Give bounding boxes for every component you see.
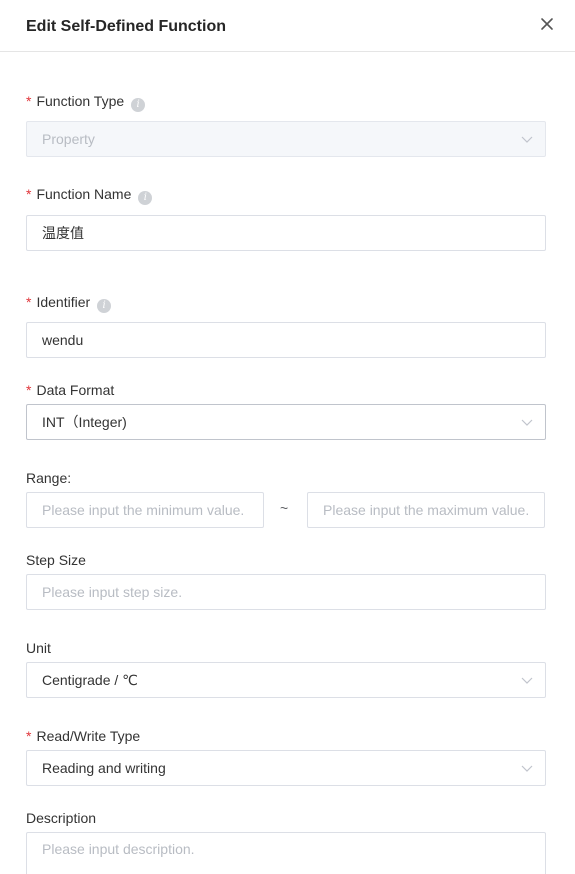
- required-mark: *: [26, 186, 32, 202]
- chevron-down-icon: [521, 677, 533, 684]
- identifier-label: * Identifier i: [26, 293, 112, 313]
- step-size-input[interactable]: Please input step size.: [26, 574, 546, 610]
- function-type-select: Property: [26, 121, 546, 157]
- data-format-select[interactable]: INT（Integer): [26, 404, 546, 440]
- identifier-label-text: Identifier: [36, 294, 91, 310]
- required-mark: *: [26, 93, 32, 109]
- function-name-label: * Function Name i: [26, 185, 153, 205]
- function-type-label-text: Function Type: [36, 93, 125, 109]
- function-type-value: Property: [42, 131, 95, 147]
- read-write-label-text: Read/Write Type: [36, 728, 141, 744]
- chevron-down-icon: [521, 136, 533, 143]
- data-format-label: * Data Format: [26, 381, 114, 399]
- function-type-label: * Function Type i: [26, 92, 146, 112]
- info-icon[interactable]: i: [97, 299, 112, 313]
- info-icon[interactable]: i: [131, 98, 146, 112]
- function-name-input[interactable]: 温度值: [26, 215, 546, 251]
- identifier-value: wendu: [42, 332, 84, 348]
- range-min-placeholder: Please input the minimum value.: [42, 502, 245, 518]
- range-min-input[interactable]: Please input the minimum value.: [26, 492, 264, 528]
- function-name-label-text: Function Name: [36, 186, 132, 202]
- chevron-down-icon: [521, 419, 533, 426]
- range-max-placeholder: Please input the maximum value.: [323, 502, 530, 518]
- function-name-value: 温度值: [42, 225, 84, 241]
- dialog-title: Edit Self-Defined Function: [26, 18, 226, 35]
- step-size-label: Step Size: [26, 552, 86, 568]
- required-mark: *: [26, 382, 32, 398]
- close-icon[interactable]: [538, 15, 556, 33]
- description-textarea[interactable]: Please input description.: [26, 832, 546, 874]
- identifier-input[interactable]: wendu: [26, 322, 546, 358]
- read-write-select[interactable]: Reading and writing: [26, 750, 546, 786]
- data-format-label-text: Data Format: [36, 382, 115, 398]
- range-separator: ~: [280, 500, 289, 516]
- dialog-header: Edit Self-Defined Function: [0, 0, 575, 52]
- description-placeholder: Please input description.: [42, 841, 195, 857]
- data-format-value: INT（Integer): [42, 414, 127, 430]
- range-max-input[interactable]: Please input the maximum value.: [307, 492, 545, 528]
- unit-label: Unit: [26, 640, 51, 656]
- description-label: Description: [26, 810, 97, 826]
- step-size-placeholder: Please input step size.: [42, 584, 183, 600]
- info-icon[interactable]: i: [138, 191, 153, 205]
- unit-select[interactable]: Centigrade / ℃: [26, 662, 546, 698]
- required-mark: *: [26, 728, 32, 744]
- required-mark: *: [26, 294, 32, 310]
- range-label: Range:: [26, 470, 72, 486]
- unit-value: Centigrade / ℃: [42, 672, 138, 688]
- chevron-down-icon: [521, 765, 533, 772]
- read-write-value: Reading and writing: [42, 760, 166, 776]
- read-write-label: * Read/Write Type: [26, 727, 140, 745]
